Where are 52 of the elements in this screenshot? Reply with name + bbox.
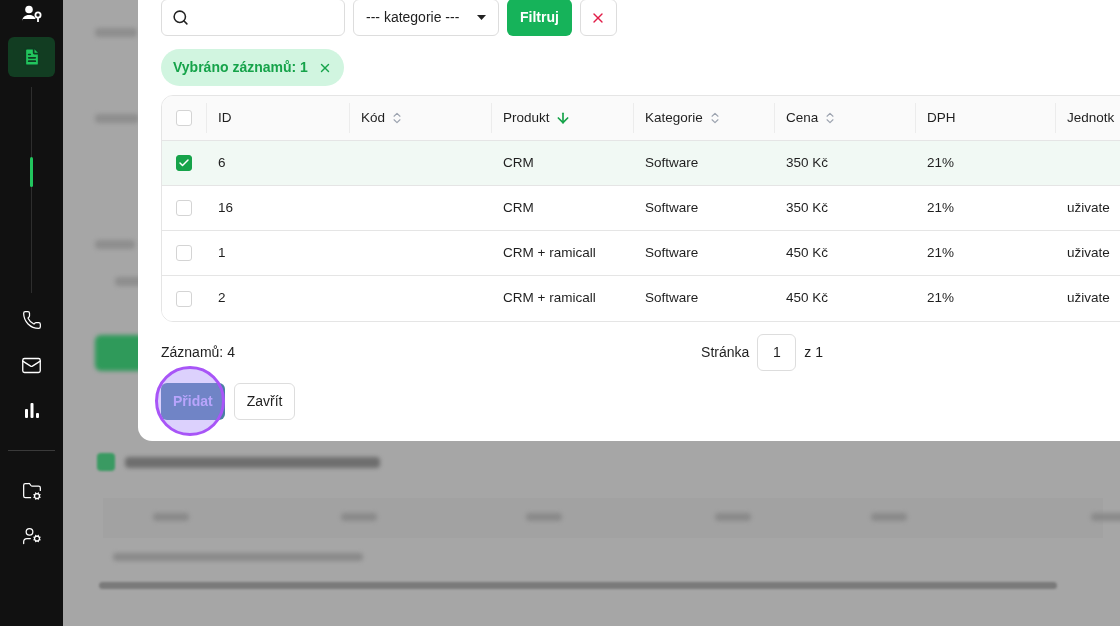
user-key-icon: [21, 5, 42, 23]
clear-filter-button[interactable]: [579, 0, 617, 36]
record-count: Záznamů: 4: [161, 343, 235, 362]
table-cell: Software: [645, 244, 699, 260]
table-cell: 21%: [927, 199, 955, 215]
table-cell: 16: [218, 199, 234, 215]
row-checkbox[interactable]: [176, 155, 192, 171]
search-icon: [172, 9, 189, 26]
selection-count: Vybráno záznamů: 1: [173, 58, 308, 77]
column-header[interactable]: Kategorie: [645, 107, 722, 129]
table-cell: uživate: [1067, 199, 1110, 215]
table-cell: 6: [218, 154, 226, 170]
caret-icon: [477, 15, 486, 20]
check-icon: [178, 157, 190, 169]
column-header[interactable]: ID: [218, 107, 232, 129]
table-cell: 2: [218, 290, 226, 306]
category-select[interactable]: --- kategorie ---: [353, 0, 499, 36]
blurred-text-line: [95, 114, 139, 123]
bar-chart-icon: [22, 401, 41, 419]
column-header[interactable]: Cena: [786, 107, 838, 129]
table-cell: 1: [218, 244, 226, 260]
table-cell: 350 Kč: [786, 199, 829, 215]
table-cell: 21%: [927, 154, 955, 170]
column-header[interactable]: DPH: [927, 107, 956, 129]
sidebar-item[interactable]: [8, 37, 55, 77]
table-cell: uživate: [1067, 290, 1110, 306]
table-cell: uživate: [1067, 244, 1110, 260]
page-label: Stránka: [701, 343, 750, 362]
page-total: z 1: [804, 343, 823, 362]
table-cell: Software: [645, 199, 699, 215]
table-cell: Software: [645, 290, 699, 306]
column-header[interactable]: Kód: [361, 107, 405, 129]
table-row[interactable]: 6 CRM Software 350 Kč 21%: [162, 141, 1120, 186]
table-cell: 450 Kč: [786, 290, 829, 306]
table-cell: CRM + ramicall: [503, 290, 596, 306]
user-gear-icon: [21, 526, 42, 546]
column-header[interactable]: Jednotk: [1067, 107, 1115, 129]
close-button[interactable]: Zavřít: [233, 383, 296, 420]
table-cell: CRM: [503, 154, 534, 170]
table-cell: Software: [645, 154, 699, 170]
phone-icon: [21, 310, 42, 330]
blurred-icon: [97, 453, 115, 471]
folder-gear-icon: [21, 481, 42, 501]
column-header[interactable]: Produkt: [503, 107, 571, 129]
table-cell: 350 Kč: [786, 154, 829, 170]
table-cell: 21%: [927, 290, 955, 306]
table-cell: CRM + ramicall: [503, 244, 596, 260]
page-field[interactable]: 1: [757, 334, 797, 371]
table-cell: CRM: [503, 199, 534, 215]
table-cell: 21%: [927, 244, 955, 260]
blurred-text-line: [95, 28, 137, 37]
table-cell: 450 Kč: [786, 244, 829, 260]
